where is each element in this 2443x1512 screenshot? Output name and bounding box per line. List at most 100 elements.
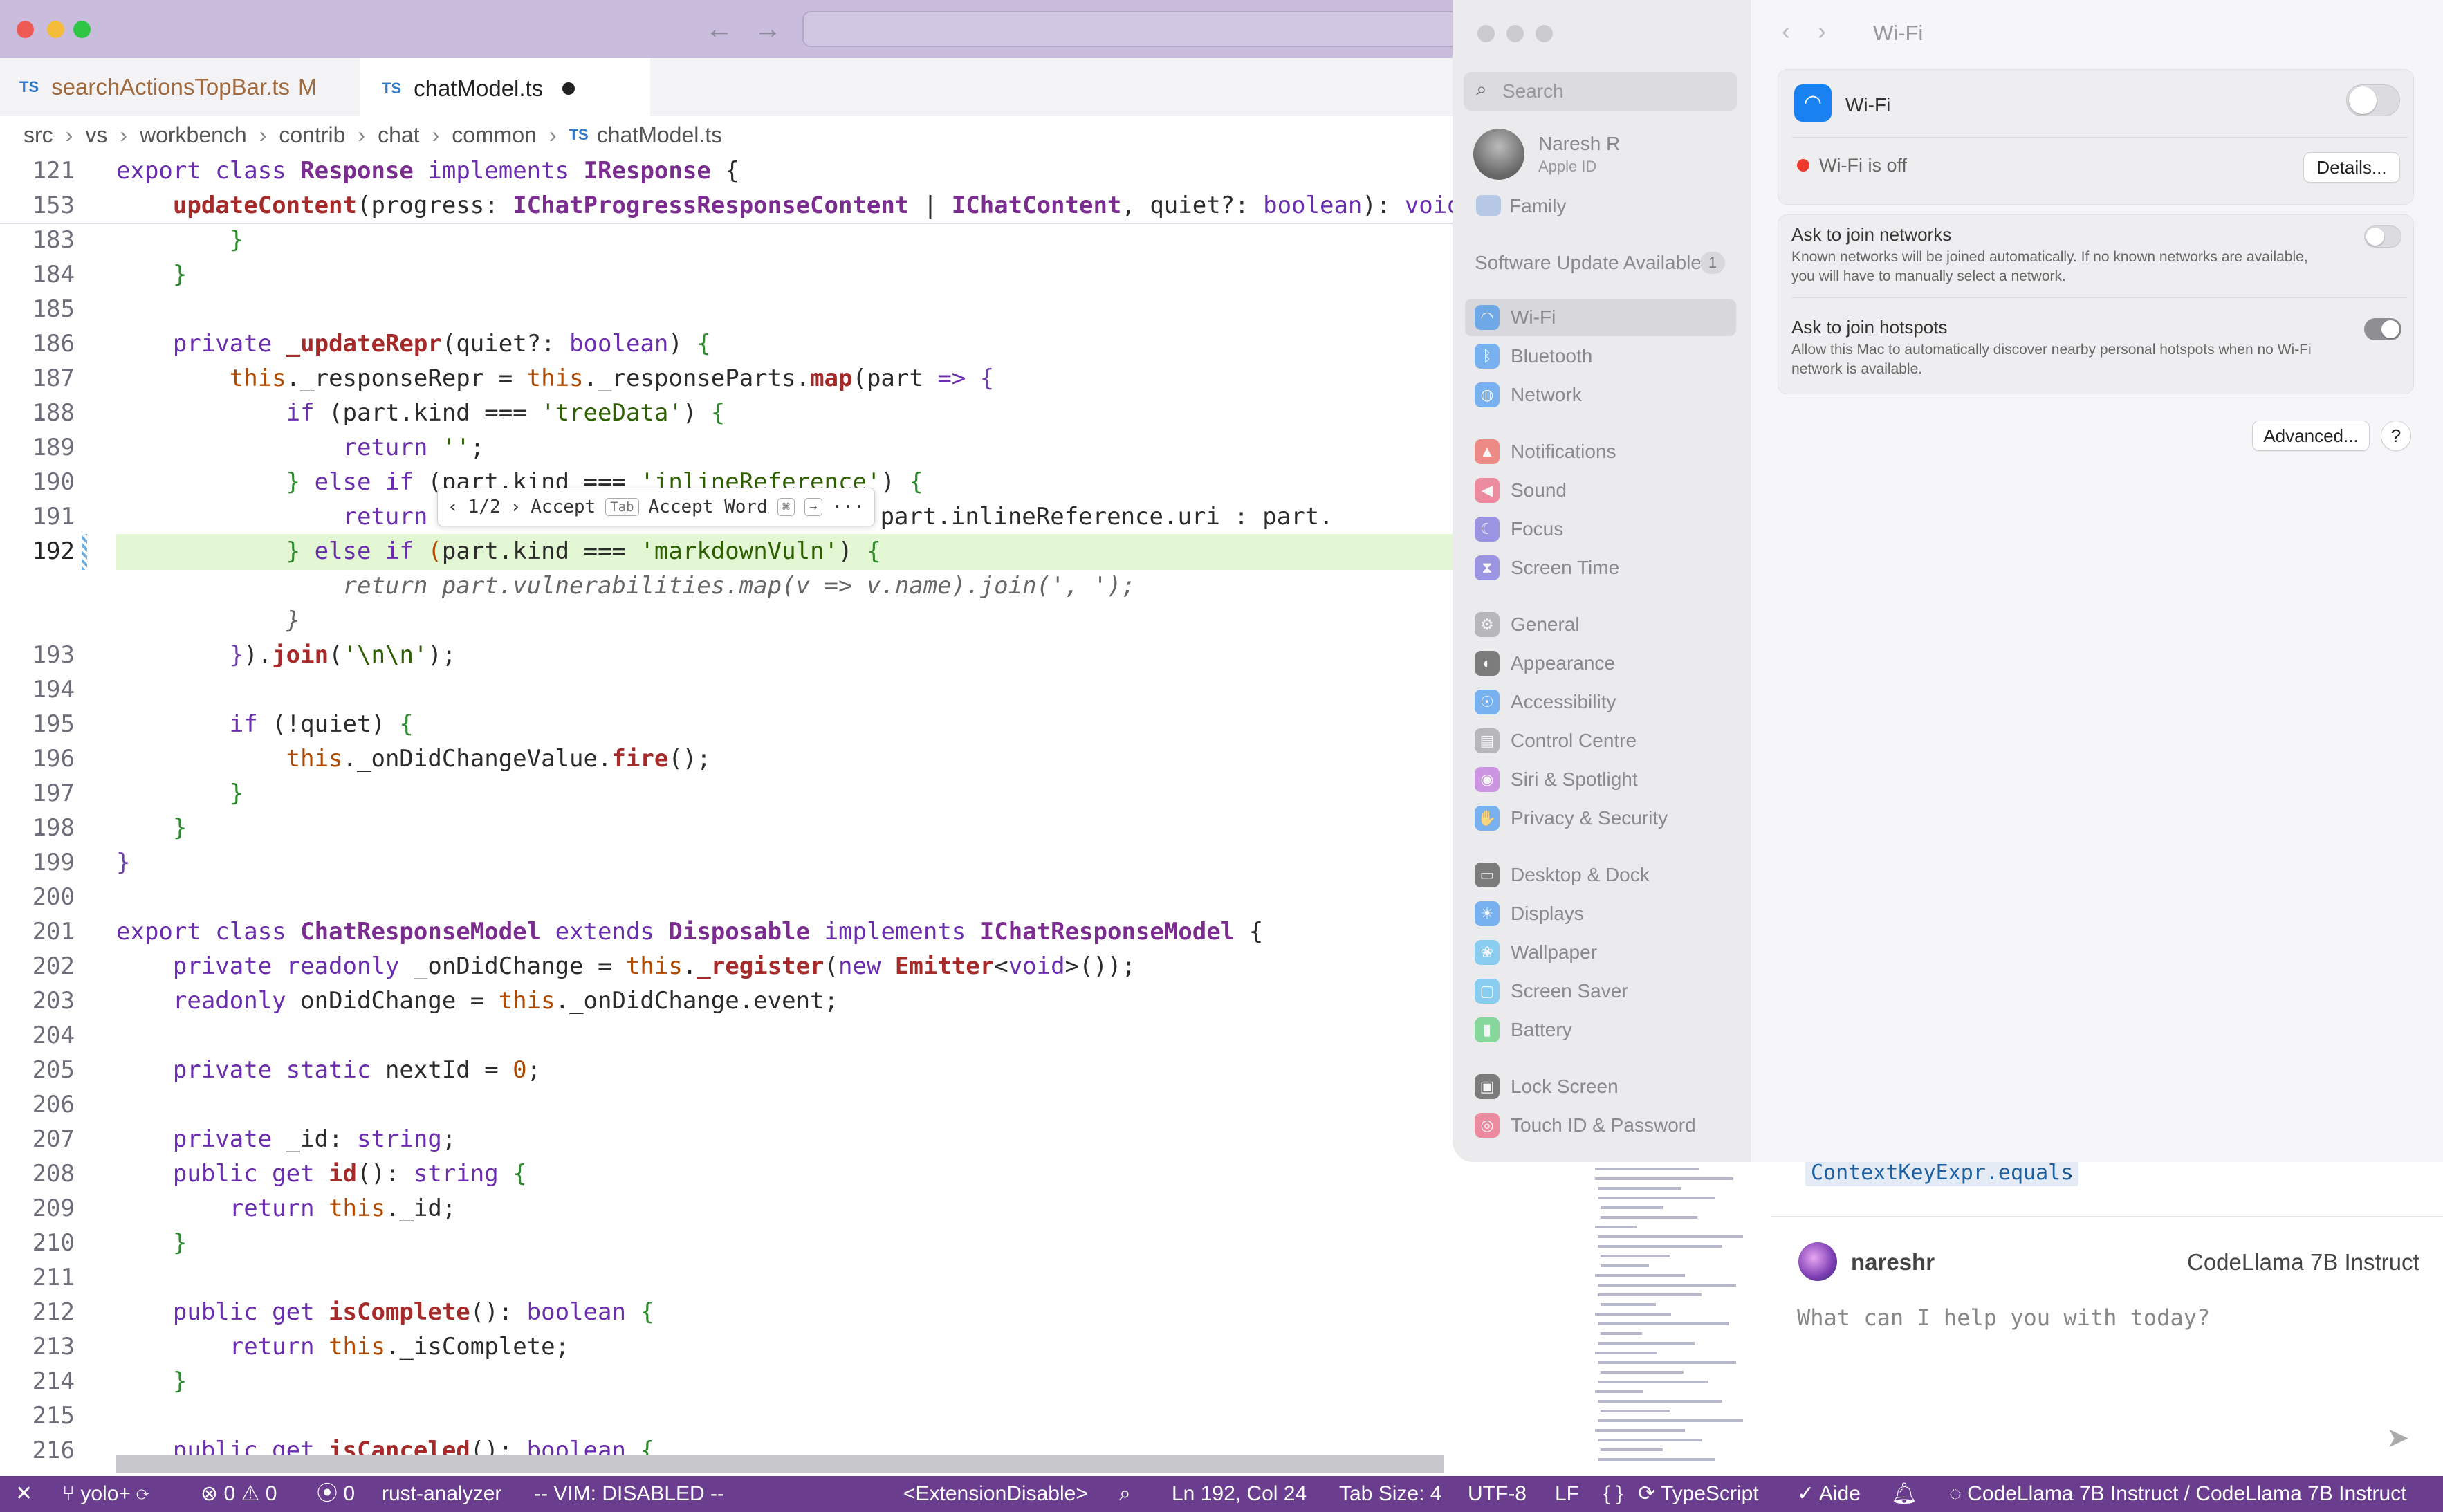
- moon-icon: ☾: [1475, 517, 1500, 542]
- tab-search-actions-top-bar[interactable]: TS searchActionsTopBar.ts M: [19, 58, 317, 116]
- sidebar-item-label: Battery: [1511, 1019, 1572, 1040]
- sidebar-item-wi-fi[interactable]: ◠ Wi-Fi: [1465, 299, 1736, 336]
- details-button[interactable]: Details...: [2303, 152, 2400, 183]
- sidebar-item-family[interactable]: Family: [1509, 195, 1566, 217]
- close-window-button[interactable]: [17, 21, 34, 38]
- accept-word-button[interactable]: Accept Word: [649, 497, 768, 517]
- avatar: [1798, 1242, 1837, 1281]
- code-line: 195 if (!quiet) {: [32, 710, 414, 738]
- search-icon: ⌕: [1476, 78, 1487, 100]
- code-editor[interactable]: 121 export class Response implements IRes…: [0, 154, 1459, 1476]
- wifi-toggle[interactable]: [2346, 84, 2400, 116]
- minimize-window-button[interactable]: [1506, 25, 1524, 42]
- ask-networks-toggle[interactable]: [2364, 225, 2401, 248]
- previous-suggestion-icon[interactable]: ‹: [448, 497, 459, 517]
- end-of-line[interactable]: LF: [1555, 1476, 1579, 1512]
- advanced-button[interactable]: Advanced...: [2252, 421, 2370, 451]
- language-server-status[interactable]: rust-analyzer: [382, 1476, 501, 1512]
- cursor-position[interactable]: Ln 192, Col 24: [1172, 1476, 1307, 1512]
- encoding[interactable]: UTF-8: [1468, 1476, 1527, 1512]
- hand-icon: ✋: [1475, 806, 1500, 831]
- minimize-window-button[interactable]: [47, 21, 64, 38]
- sidebar-item-privacy-security[interactable]: ✋ Privacy & Security: [1465, 800, 1736, 837]
- next-suggestion-icon[interactable]: ›: [510, 497, 522, 517]
- accept-button[interactable]: Accept: [531, 497, 596, 517]
- tab-chat-model[interactable]: TS chatModel.ts: [360, 58, 650, 116]
- sidebar-item-siri-spotlight[interactable]: ◉ Siri & Spotlight: [1465, 761, 1736, 798]
- sidebar-item-lock-screen[interactable]: ▣ Lock Screen: [1465, 1068, 1736, 1105]
- chat-code-reference[interactable]: ContextKeyExpr.equals: [1805, 1159, 2079, 1186]
- zoom-window-button[interactable]: [73, 21, 91, 38]
- more-actions-icon[interactable]: ···: [832, 497, 865, 517]
- sidebar-item-screen-time[interactable]: ⧗ Screen Time: [1465, 549, 1736, 587]
- title-bar: ←→ ⌕ vscode: [0, 0, 1750, 58]
- breadcrumb-item[interactable]: contrib: [279, 122, 345, 148]
- back-arrow-icon[interactable]: ←: [706, 14, 754, 44]
- sidebar-item-sound[interactable]: ◀ Sound: [1465, 472, 1736, 509]
- sidebar-item-notifications[interactable]: ▲ Notifications: [1465, 433, 1736, 470]
- unsaved-dot-icon[interactable]: [562, 82, 575, 95]
- sidebar-item-battery[interactable]: ▮ Battery: [1465, 1011, 1736, 1049]
- ask-hotspots-toggle[interactable]: [2364, 318, 2401, 340]
- help-button[interactable]: ?: [2381, 421, 2411, 451]
- language-mode[interactable]: ⟳ TypeScript: [1638, 1476, 1759, 1512]
- code-line: 187 this._responseRepr = this._responseP…: [32, 365, 995, 392]
- sidebar-item-network[interactable]: ◍ Network: [1465, 376, 1736, 414]
- remote-icon[interactable]: ✕: [15, 1476, 33, 1512]
- sidebar-item-displays[interactable]: ☀ Displays: [1465, 895, 1736, 932]
- sidebar-item-label: Control Centre: [1511, 730, 1637, 751]
- forward-arrow-icon[interactable]: →: [754, 14, 802, 44]
- sidebar-item-accessibility[interactable]: ☉ Accessibility: [1465, 683, 1736, 721]
- bell-icon[interactable]: 🔔︎: [1891, 1476, 1917, 1512]
- sidebar-item-touch-id-password[interactable]: ◎ Touch ID & Password: [1465, 1107, 1736, 1144]
- tab-size[interactable]: Tab Size: 4: [1339, 1476, 1441, 1512]
- send-icon[interactable]: ➤: [2386, 1422, 2410, 1454]
- close-window-button[interactable]: [1477, 25, 1495, 42]
- family-icon: [1476, 195, 1501, 216]
- branch-indicator[interactable]: ⑂ yolo+ ⟳: [62, 1476, 149, 1512]
- breadcrumb-file[interactable]: chatModel.ts: [597, 122, 722, 148]
- suggestion-counter: 1/2: [468, 497, 501, 517]
- command-center-search[interactable]: ⌕ vscode: [802, 11, 1750, 47]
- back-arrow-icon[interactable]: ‹: [1782, 17, 1818, 45]
- sidebar-item-focus[interactable]: ☾ Focus: [1465, 510, 1736, 548]
- zoom-window-button[interactable]: [1536, 25, 1553, 42]
- sidebar-item-desktop-dock[interactable]: ▭ Desktop & Dock: [1465, 856, 1736, 894]
- forward-arrow-icon[interactable]: ›: [1818, 17, 1854, 45]
- pane-title: Wi-Fi: [1873, 21, 1924, 45]
- sidebar-item-general[interactable]: ⚙ General: [1465, 606, 1736, 643]
- sidebar-item-screen-saver[interactable]: ▢ Screen Saver: [1465, 972, 1736, 1010]
- model-status[interactable]: ◌ CodeLlama 7B Instruct / CodeLlama 7B I…: [1949, 1476, 2407, 1512]
- sidebar-item-bluetooth[interactable]: ᛒ Bluetooth: [1465, 338, 1736, 375]
- sidebar-item-appearance[interactable]: ◐ Appearance: [1465, 645, 1736, 682]
- breadcrumb-item[interactable]: common: [452, 122, 537, 148]
- fingerprint-icon: ◎: [1475, 1113, 1500, 1138]
- braces-icon[interactable]: { }: [1603, 1476, 1623, 1512]
- code-line: 199}: [32, 849, 131, 876]
- chat-input[interactable]: What can I help you with today?: [1797, 1304, 2210, 1331]
- zoom-icon[interactable]: ⌕: [1119, 1476, 1131, 1512]
- aide-status[interactable]: ✓ Aide: [1797, 1476, 1861, 1512]
- code-line: 194: [32, 676, 75, 703]
- ports-indicator[interactable]: ⦿ 0: [317, 1476, 355, 1512]
- horizontal-scrollbar[interactable]: [116, 1455, 1444, 1473]
- avatar[interactable]: [1473, 129, 1524, 180]
- sidebar-item-label: Bluetooth: [1511, 345, 1593, 367]
- chat-model-selector[interactable]: CodeLlama 7B Instruct: [2187, 1249, 2419, 1275]
- extension-status[interactable]: <ExtensionDisable>: [903, 1476, 1088, 1512]
- profile-name[interactable]: Naresh R: [1538, 133, 1620, 155]
- sidebar-item-label: Network: [1511, 384, 1582, 405]
- speaker-icon: ◀: [1475, 478, 1500, 503]
- sidebar-item-control-centre[interactable]: ▤ Control Centre: [1465, 722, 1736, 759]
- breadcrumb-item[interactable]: vs: [85, 122, 107, 148]
- breadcrumb-item[interactable]: workbench: [140, 122, 247, 148]
- breadcrumb-item[interactable]: src: [24, 122, 53, 148]
- breadcrumb-item[interactable]: chat: [378, 122, 419, 148]
- minimap[interactable]: [1588, 1162, 1751, 1476]
- software-update-link[interactable]: Software Update Available: [1475, 252, 1702, 274]
- wifi-icon: ◠: [1475, 305, 1500, 330]
- chat-username: nareshr: [1851, 1249, 1935, 1275]
- settings-search-input[interactable]: ⌕ Search: [1464, 72, 1737, 111]
- problems-indicator[interactable]: ⊗ 0 ⚠ 0: [201, 1476, 277, 1512]
- sidebar-item-wallpaper[interactable]: ❀ Wallpaper: [1465, 934, 1736, 971]
